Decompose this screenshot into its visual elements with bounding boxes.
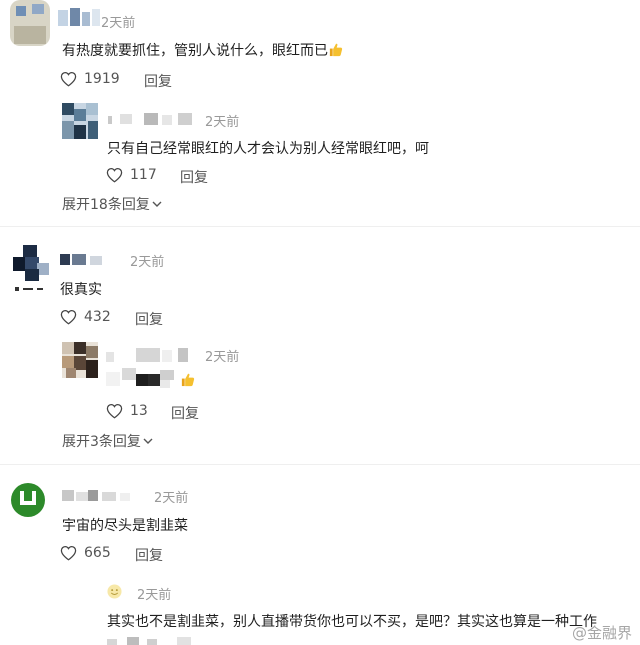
comment-time: 2天前	[130, 255, 165, 270]
username-mosaic[interactable]	[62, 487, 148, 503]
reply-username-mosaic[interactable]	[106, 346, 196, 364]
watermark: @金融界	[571, 624, 632, 642]
avatar[interactable]	[11, 483, 45, 517]
smile-emoji-icon[interactable]	[107, 584, 122, 599]
expand-replies-label: 展开18条回复	[62, 197, 150, 213]
comment-text: 宇宙的尽头是割韭菜	[62, 518, 188, 534]
like-count: 13	[130, 403, 148, 419]
comment-3: 2天前 宇宙的尽头是割韭菜 665 回复 2天前 其实也不是割韭菜，别人直播带货…	[0, 466, 640, 645]
comment-text-content: 有热度就要抓住，管别人说什么，眼红而已	[62, 43, 328, 59]
heart-outline-icon[interactable]	[60, 545, 77, 561]
reply-button[interactable]: 回复	[180, 167, 208, 187]
reply-time: 2天前	[205, 115, 240, 130]
reply-username-mosaic[interactable]	[106, 111, 198, 127]
username-mosaic[interactable]	[58, 6, 102, 28]
expand-replies-button[interactable]: 展开18条回复	[62, 194, 162, 214]
reply-avatar[interactable]	[62, 103, 98, 139]
reply-text: 其实也不是割韭菜，别人直播带货你也可以不买，是吧？其实这也算是一种工作	[107, 614, 597, 630]
comment-2: 2天前 很真实 432 回复 2天前 13 回复 展开3条回复	[0, 228, 640, 460]
heart-outline-icon[interactable]	[60, 309, 77, 325]
like-count: 432	[84, 309, 111, 325]
chevron-down-icon	[152, 201, 162, 207]
reply-button[interactable]: 回复	[144, 71, 172, 91]
username-mosaic[interactable]	[60, 251, 122, 267]
comment-time: 2天前	[101, 16, 136, 31]
thumbs-up-emoji-icon	[329, 43, 343, 57]
reply-time: 2天前	[205, 350, 240, 365]
avatar[interactable]	[10, 0, 50, 46]
reply-text: 只有自己经常眼红的人才会认为别人经常眼红吧，呵	[107, 141, 429, 157]
comment-1: 2天前 有热度就要抓住，管别人说什么，眼红而已 1919 回复 2天前 只有自己…	[0, 0, 640, 220]
divider	[0, 464, 640, 465]
heart-outline-icon[interactable]	[106, 167, 123, 183]
heart-outline-icon[interactable]	[106, 403, 123, 419]
thumbs-up-emoji-icon	[181, 373, 195, 387]
comment-text: 很真实	[60, 282, 102, 298]
reply-next-line-mosaic	[107, 637, 191, 645]
expand-replies-button[interactable]: 展开3条回复	[62, 431, 153, 451]
reply-button[interactable]: 回复	[135, 309, 163, 329]
avatar[interactable]	[11, 243, 51, 295]
reply-avatar[interactable]	[62, 342, 98, 378]
like-count: 665	[84, 545, 111, 561]
divider	[0, 226, 640, 227]
like-count: 1919	[84, 71, 120, 87]
reply-button[interactable]: 回复	[171, 403, 199, 423]
comment-time: 2天前	[154, 491, 189, 506]
like-count: 117	[130, 167, 157, 183]
comment-text: 有热度就要抓住，管别人说什么，眼红而已	[62, 40, 343, 60]
reply-button[interactable]: 回复	[135, 545, 163, 565]
heart-outline-icon[interactable]	[60, 71, 77, 87]
chevron-down-icon	[143, 438, 153, 444]
reply-time: 2天前	[137, 588, 172, 603]
expand-replies-label: 展开3条回复	[62, 434, 141, 450]
reply-text-mosaic	[106, 368, 174, 388]
